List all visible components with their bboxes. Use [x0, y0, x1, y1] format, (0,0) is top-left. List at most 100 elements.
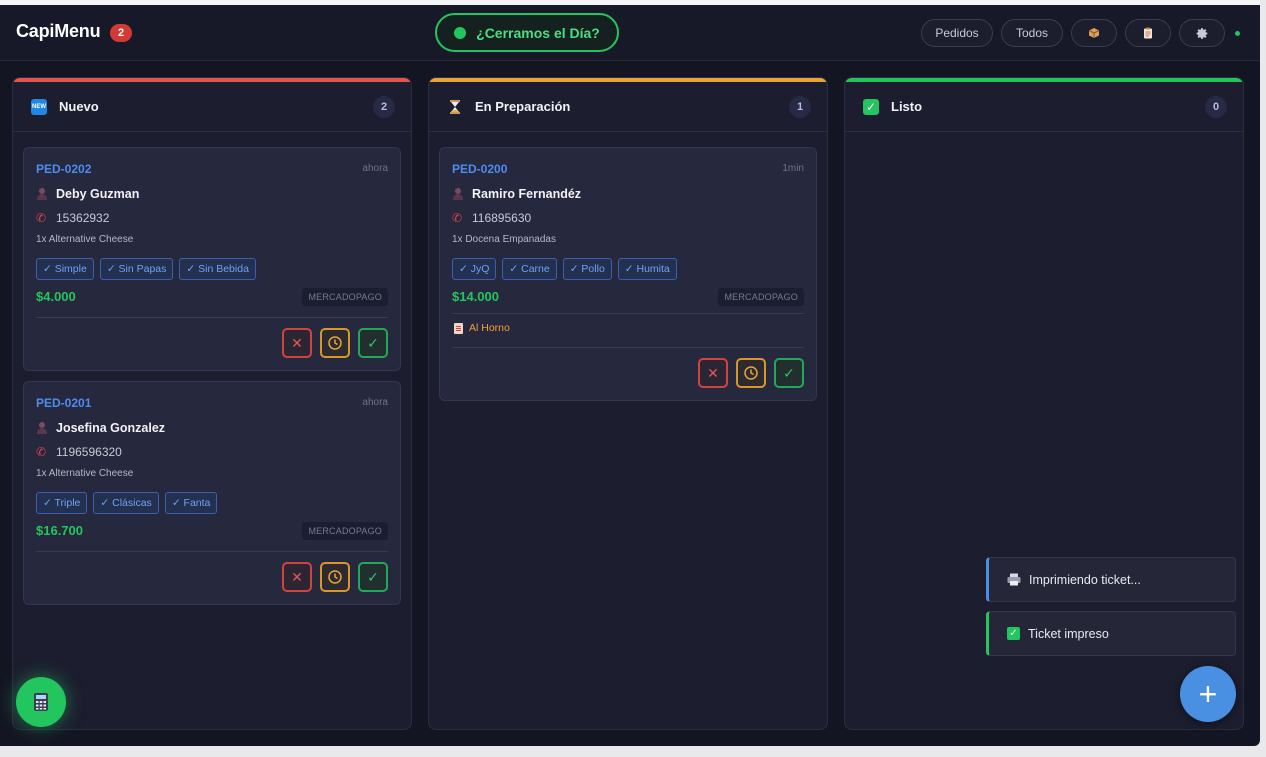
- order-card[interactable]: PED-0202 ahora Deby Guzman ✆ 15362932 1x…: [23, 147, 401, 371]
- todos-label: Todos: [1015, 26, 1049, 40]
- column-nuevo: NEW Nuevo 2 PED-0202 ahora Deby Guzman ✆…: [12, 77, 412, 730]
- column-header: ✓ Listo 0: [845, 82, 1243, 132]
- option-tag: ✓ Sin Papas: [99, 258, 174, 280]
- option-tag: ✓ Pollo: [562, 258, 612, 280]
- settings-button[interactable]: [1179, 19, 1225, 47]
- complete-button[interactable]: ✓: [358, 328, 388, 358]
- order-item: 1x Alternative Cheese: [36, 234, 134, 245]
- divider: [452, 347, 804, 348]
- order-price: $16.700: [36, 523, 83, 538]
- option-tag: ✓ Simple: [36, 258, 94, 280]
- phone-icon: ✆: [36, 445, 47, 459]
- reject-button[interactable]: ✕: [698, 358, 728, 388]
- person-icon: [36, 422, 48, 434]
- window-edge: [1260, 0, 1266, 757]
- reports-button[interactable]: [1125, 19, 1171, 47]
- hourglass-icon: [450, 100, 460, 114]
- phone-icon: ✆: [36, 211, 47, 225]
- close-icon: ✕: [291, 334, 303, 351]
- divider: [36, 551, 388, 552]
- status-dot-icon: [454, 26, 467, 39]
- payment-method-badge: MERCADOPAGO: [302, 288, 388, 306]
- add-order-button[interactable]: +: [1180, 666, 1236, 722]
- customer-name: Ramiro Fernandéz: [452, 187, 581, 201]
- customer-name: Josefina Gonzalez: [36, 421, 165, 435]
- order-note-text: Al Horno: [469, 322, 510, 334]
- order-id: PED-0201: [36, 396, 92, 410]
- phone-text: 15362932: [56, 211, 110, 225]
- column-header: En Preparación 1: [429, 82, 827, 132]
- toast-printing: Imprimiendo ticket...: [986, 557, 1236, 602]
- order-actions: ✕ ✓: [282, 562, 388, 592]
- order-note: Al Horno: [454, 322, 510, 334]
- app-window: CapiMenu 2 ¿Cerramos el Día? Pedidos Tod…: [0, 5, 1260, 746]
- option-tag: ✓ Humita: [617, 258, 677, 280]
- package-icon: [1088, 28, 1100, 38]
- customer-phone: ✆ 15362932: [36, 211, 109, 225]
- clock-icon: [328, 570, 342, 584]
- close-icon: ✕: [707, 364, 719, 381]
- customer-name-text: Ramiro Fernandéz: [472, 187, 582, 201]
- order-card[interactable]: PED-0200 1min Ramiro Fernandéz ✆ 1168956…: [439, 147, 817, 401]
- toast-text: Ticket impreso: [1028, 626, 1109, 641]
- option-tag: ✓ Clásicas: [93, 492, 159, 514]
- toast-printed: ✓ Ticket impreso: [986, 611, 1236, 656]
- close-day-button[interactable]: ¿Cerramos el Día?: [435, 13, 619, 52]
- divider: [36, 317, 388, 318]
- pedidos-button[interactable]: Pedidos: [921, 19, 993, 47]
- order-item: 1x Alternative Cheese: [36, 468, 134, 479]
- check-icon: ✓: [783, 364, 795, 381]
- order-time: ahora: [362, 163, 388, 174]
- clipboard-icon: [1144, 27, 1152, 39]
- gear-icon: [1196, 27, 1207, 39]
- calculator-icon: [34, 693, 48, 711]
- checkbox-icon: ✓: [863, 99, 879, 115]
- person-icon: [452, 188, 464, 200]
- person-icon: [36, 188, 48, 200]
- clock-icon: [328, 336, 342, 350]
- check-icon: ✓: [367, 334, 379, 351]
- check-icon: ✓: [367, 568, 379, 585]
- reject-button[interactable]: ✕: [282, 562, 312, 592]
- order-time: ahora: [362, 397, 388, 408]
- customer-name-text: Josefina Gonzalez: [56, 421, 166, 435]
- order-price: $4.000: [36, 289, 76, 304]
- connection-status-dot: [1235, 31, 1240, 36]
- checkbox-icon: ✓: [1007, 627, 1020, 640]
- complete-button[interactable]: ✓: [358, 562, 388, 592]
- order-card[interactable]: PED-0201 ahora Josefina Gonzalez ✆ 11965…: [23, 381, 401, 605]
- option-tag: ✓ Carne: [502, 258, 557, 280]
- prepare-button[interactable]: [320, 562, 350, 592]
- phone-text: 116895630: [472, 211, 532, 225]
- order-actions: ✕ ✓: [282, 328, 388, 358]
- column-en-preparacion: En Preparación 1 PED-0200 1min Ramiro Fe…: [428, 77, 828, 730]
- column-title: Listo: [891, 99, 923, 114]
- prepare-button[interactable]: [320, 328, 350, 358]
- top-bar: CapiMenu 2 ¿Cerramos el Día? Pedidos Tod…: [0, 5, 1260, 61]
- customer-phone: ✆ 116895630: [452, 211, 531, 225]
- reject-button[interactable]: ✕: [282, 328, 312, 358]
- close-day-label: ¿Cerramos el Día?: [476, 24, 600, 41]
- order-price: $14.000: [452, 289, 499, 304]
- complete-button[interactable]: ✓: [774, 358, 804, 388]
- option-tags: ✓ JyQ ✓ Carne ✓ Pollo ✓ Humita: [452, 258, 677, 280]
- todos-button[interactable]: Todos: [1001, 19, 1063, 47]
- order-id: PED-0200: [452, 162, 508, 176]
- payment-method-badge: MERCADOPAGO: [302, 522, 388, 540]
- phone-icon: ✆: [452, 211, 463, 225]
- column-header: NEW Nuevo 2: [13, 82, 411, 132]
- calculator-button[interactable]: [16, 677, 66, 727]
- option-tag: ✓ Fanta: [164, 492, 218, 514]
- order-id: PED-0202: [36, 162, 92, 176]
- close-icon: ✕: [291, 568, 303, 585]
- pedidos-label: Pedidos: [935, 26, 979, 40]
- products-button[interactable]: [1071, 19, 1117, 47]
- column-count: 2: [373, 96, 395, 118]
- plus-icon: +: [1198, 675, 1218, 712]
- customer-phone: ✆ 1196596320: [36, 445, 122, 459]
- option-tag: ✓ Triple: [36, 492, 88, 514]
- divider: [452, 313, 804, 314]
- prepare-button[interactable]: [736, 358, 766, 388]
- order-actions: ✕ ✓: [698, 358, 804, 388]
- customer-name: Deby Guzman: [36, 187, 139, 201]
